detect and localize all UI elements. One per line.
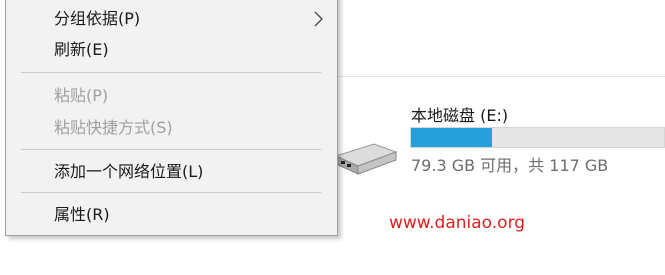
drive-usage-bar [410, 127, 665, 148]
menu-separator [21, 149, 321, 150]
section-divider [330, 76, 665, 77]
menu-item-paste[interactable]: 粘贴(P) [6, 78, 337, 114]
drive-name[interactable]: 本地磁盘 (E:) [411, 102, 508, 126]
watermark-text: www.daniao.org [389, 213, 526, 233]
menu-item-label: 添加一个网络位置(L) [54, 162, 204, 181]
hard-drive-icon[interactable] [330, 130, 400, 180]
menu-item-label: 粘贴(P) [54, 86, 109, 105]
menu-item-label: 粘贴快捷方式(S) [54, 118, 173, 137]
drive-stats: 79.3 GB 可用，共 117 GB [411, 156, 609, 175]
menu-separator [21, 192, 321, 193]
menu-separator [21, 72, 321, 73]
chevron-right-icon [314, 11, 323, 27]
menu-item-label: 刷新(E) [54, 40, 109, 59]
menu-item-paste-shortcut[interactable]: 粘贴快捷方式(S) [6, 110, 337, 146]
menu-item-label: 属性(R) [54, 205, 110, 224]
drive-usage-fill [411, 128, 492, 147]
context-menu: 分组依据(P) 刷新(E) 粘贴(P) 粘贴快捷方式(S) 添加一个网络位置(L… [5, 0, 338, 236]
menu-item-refresh[interactable]: 刷新(E) [6, 32, 337, 68]
menu-item-add-network-location[interactable]: 添加一个网络位置(L) [6, 154, 337, 190]
menu-item-properties[interactable]: 属性(R) [6, 197, 337, 233]
